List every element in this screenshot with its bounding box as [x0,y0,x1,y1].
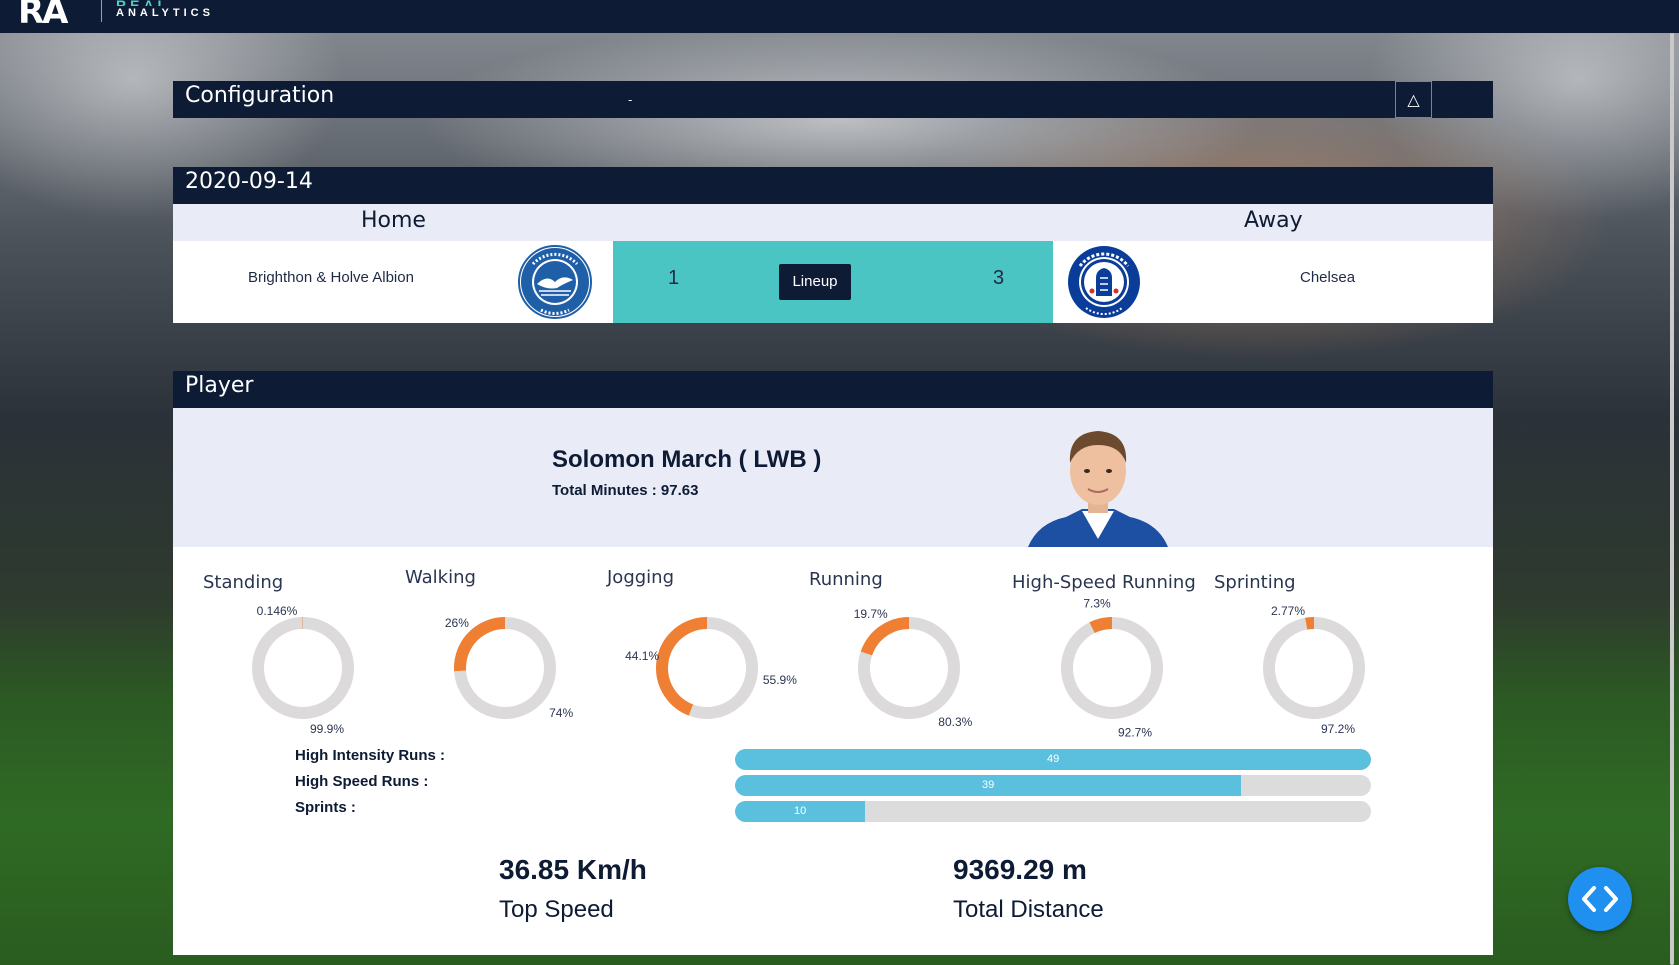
run-bar-track: 10 [735,801,1371,822]
player-info: Solomon March ( LWB ) Total Minutes : 97… [173,408,1493,547]
run-label: Sprints : [295,799,356,816]
away-label: Away [1244,208,1303,233]
brand-mark: RA [18,0,68,32]
donut-rest-slice [1061,617,1163,719]
triangle-up-icon: △ [1407,90,1420,109]
donut-title: Running [809,569,883,590]
donut-title: Walking [405,567,476,588]
brand-line1: REAL [116,0,236,6]
donut-active-label: 2.77% [1271,604,1305,618]
donut-rest-label: 80.3% [938,715,972,729]
brand-line2: ANALYTICS [116,7,214,19]
donut-active-label: 26% [445,616,469,630]
total-distance-label: Total Distance [953,896,1104,923]
player-photo [1028,431,1168,547]
run-label: High Intensity Runs : [295,747,445,764]
lineup-button[interactable]: Lineup [779,264,851,300]
donut-rest-label: 55.9% [763,673,797,687]
donut-title: High-Speed Running [1012,572,1196,593]
player-section-title: Player [185,373,254,398]
brighton-crest-icon [518,245,592,319]
donut-active-label: 44.1% [625,649,659,663]
page-scrollbar[interactable] [1670,33,1674,965]
match-date: 2020-09-14 [185,169,313,194]
run-bar-track: 39 [735,775,1371,796]
score-band: 1 Lineup 3 [613,241,1053,323]
donut-chart: 7.3% 92.7% High-Speed Running [1012,558,1212,758]
donut-chart: 26% 74% Walking [405,558,605,758]
donut-chart: 44.1% 55.9% Jogging [607,558,807,758]
donut-chart: 2.77% 97.2% Sprinting [1214,558,1414,758]
donut-rest-slice [1263,617,1365,719]
donut-title: Sprinting [1214,572,1296,593]
code-brackets-icon [1582,886,1618,912]
run-bar-value: 10 [794,805,807,817]
match-date-header: 2020-09-14 [173,167,1493,204]
donut-active-label: 7.3% [1083,597,1111,611]
donut-svg: 2.77% 97.2% [1263,604,1365,736]
match-row: Brighthon & Holve Albion 1 Lineup 3 Chel… [173,241,1493,323]
run-label: High Speed Runs : [295,773,429,790]
top-speed-value: 36.85 Km/h [499,854,647,885]
player-minutes: Total Minutes : 97.63 [552,482,699,499]
top-navbar: RA REAL ANALYTICS [0,0,1679,33]
donut-rest-label: 99.9% [310,722,344,736]
donut-chart: 0.146% 99.9% Standing [203,558,403,758]
home-label: Home [361,208,426,233]
brand-name: REAL ANALYTICS [116,0,236,19]
donut-active-label: 0.146% [257,604,298,618]
donut-rest-label: 97.2% [1321,722,1355,736]
code-toggle-button[interactable] [1568,867,1632,931]
player-name: Solomon March ( LWB ) [552,446,822,473]
chelsea-crest-icon [1068,246,1140,318]
home-team-name: Brighthon & Holve Albion [248,269,414,286]
brand-logo[interactable]: RA [18,0,68,32]
donut-active-label: 19.7% [854,607,888,621]
run-bar-track: 49 [735,749,1371,770]
donut-title: Jogging [607,567,675,588]
match-side-labels: Home Away [173,204,1493,241]
away-team-name: Chelsea [1300,269,1356,286]
donut-rest-label: 74% [549,706,573,720]
donut-chart: 19.7% 80.3% Running [809,558,1009,758]
donut-rest-slice [252,617,354,719]
player-header: Player [173,371,1493,408]
away-score: 3 [993,267,1005,289]
configuration-placeholder: - [628,93,633,107]
brand-divider [101,0,102,22]
run-bar-value: 39 [982,779,995,791]
home-score: 1 [668,267,680,289]
donut-title: Standing [203,572,284,593]
configuration-title: Configuration [185,83,335,108]
run-bar-value: 49 [1047,753,1060,765]
total-distance-value: 9369.29 m [953,854,1087,885]
collapse-button[interactable]: △ [1395,81,1432,118]
configuration-header: Configuration - △ [173,81,1493,118]
top-speed-label: Top Speed [499,896,614,923]
donut-rest-label: 92.7% [1118,725,1152,739]
player-card: Solomon March ( LWB ) Total Minutes : 97… [173,408,1493,955]
